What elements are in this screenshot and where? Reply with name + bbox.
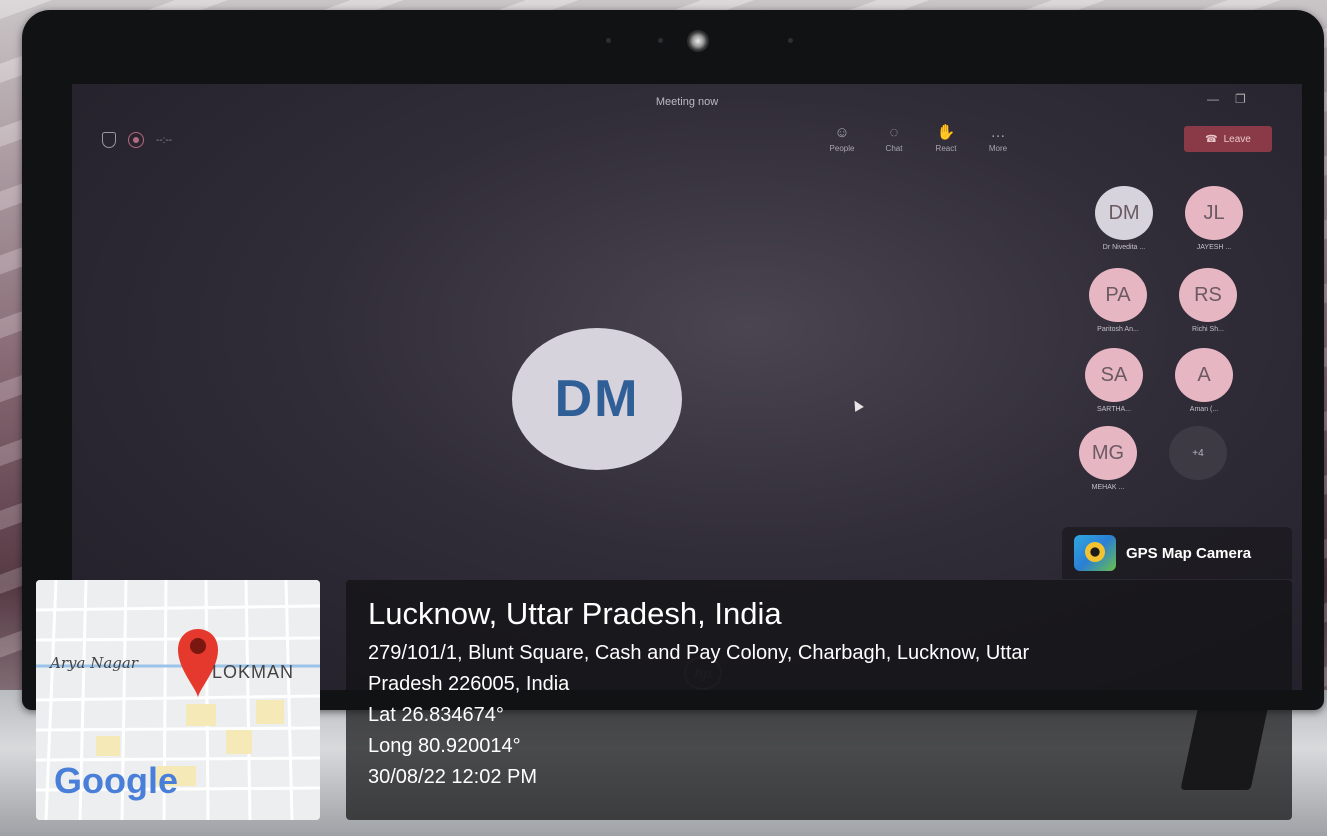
more-participants-count: +4	[1169, 426, 1227, 480]
participant-name: Paritosh An...	[1097, 326, 1139, 333]
react-button[interactable]: ✋ React	[931, 124, 961, 153]
avatar: SA	[1085, 348, 1143, 402]
avatar: PA	[1089, 268, 1147, 322]
meeting-title: Meeting now	[655, 96, 719, 108]
meeting-timer: --:--	[156, 134, 173, 146]
gps-camera-app-icon	[1074, 535, 1116, 571]
longitude: Long 80.920014°	[368, 735, 521, 757]
participant-tile[interactable]: A Aman (...	[1154, 348, 1254, 428]
location-city: Lucknow, Uttar Pradesh, India	[368, 596, 782, 631]
gps-app-badge: GPS Map Camera	[1062, 527, 1292, 579]
leave-button[interactable]: ☎ Leave	[1184, 126, 1272, 152]
gps-app-name: GPS Map Camera	[1126, 544, 1252, 562]
participant-name: Richi Sh...	[1192, 326, 1224, 333]
phone-hangup-icon: ☎	[1205, 133, 1218, 145]
avatar: MG	[1079, 426, 1137, 480]
people-icon: ☺	[834, 124, 850, 141]
people-button[interactable]: ☺ People	[827, 124, 857, 153]
participant-tile[interactable]: PA Paritosh An...	[1068, 268, 1168, 348]
shield-icon	[102, 132, 116, 148]
minimize-icon[interactable]: —	[1207, 92, 1219, 106]
google-logo: Google	[54, 760, 178, 801]
participant-tile[interactable]: SA SARTHA...	[1064, 348, 1164, 428]
more-icon: …	[990, 124, 1006, 141]
more-button[interactable]: … More	[983, 124, 1013, 153]
participant-name: SARTHA...	[1096, 406, 1132, 413]
camera-sensor-mid	[658, 38, 663, 43]
participant-tile[interactable]: MG MEHAK ...	[1058, 426, 1158, 506]
more-label: More	[988, 144, 1008, 153]
map-label-arya-nagar: Arya Nagar	[50, 654, 138, 672]
leave-label: Leave	[1223, 133, 1251, 145]
participant-name: MEHAK ...	[1091, 484, 1125, 491]
chat-button[interactable]: ◌ Chat	[879, 124, 909, 153]
avatar: A	[1175, 348, 1233, 402]
participant-tile[interactable]: JL JAYESH ...	[1164, 186, 1264, 266]
webcam-icon	[687, 30, 709, 52]
timestamp: 30/08/22 12:02 PM	[368, 766, 538, 788]
map-thumbnail: Arya Nagar LOKMAN Google	[36, 580, 320, 820]
react-label: React	[935, 144, 957, 153]
participant-tile[interactable]: DM Dr Nivedita ...	[1074, 186, 1174, 266]
maximize-icon[interactable]: ❐	[1235, 92, 1246, 106]
camera-sensor-left	[606, 38, 611, 43]
participant-gallery: DM Dr Nivedita ... JL JAYESH ... PA Pari…	[1064, 180, 1294, 510]
latitude: Lat 26.834674°	[368, 704, 504, 726]
meeting-toolbar: ☺ People ◌ Chat ✋ React … More	[827, 124, 1013, 153]
mouse-cursor-icon	[850, 398, 864, 412]
main-speaker-avatar: DM	[512, 328, 682, 470]
avatar: RS	[1179, 268, 1237, 322]
record-icon	[128, 132, 144, 148]
gps-info-panel: Lucknow, Uttar Pradesh, India 279/101/1,…	[346, 580, 1292, 820]
participant-name: Dr Nivedita ...	[1102, 244, 1146, 251]
avatar: DM	[1095, 186, 1153, 240]
people-label: People	[829, 144, 855, 153]
meeting-status-bar: --:--	[102, 132, 172, 148]
chat-icon: ◌	[889, 124, 899, 141]
participant-name: Aman (...	[1189, 406, 1219, 413]
location-address-line2: Pradesh 226005, India	[368, 673, 570, 695]
more-participants-tile[interactable]: +4	[1148, 426, 1248, 506]
location-address-line1: 279/101/1, Blunt Square, Cash and Pay Co…	[368, 642, 1030, 664]
react-icon: ✋	[936, 124, 956, 141]
camera-sensor-right	[788, 38, 793, 43]
chat-label: Chat	[885, 144, 903, 153]
participant-tile[interactable]: RS Richi Sh...	[1158, 268, 1258, 348]
participant-name: JAYESH ...	[1196, 244, 1232, 251]
map-label-lokman: LOKMAN	[212, 662, 295, 682]
avatar: JL	[1185, 186, 1243, 240]
